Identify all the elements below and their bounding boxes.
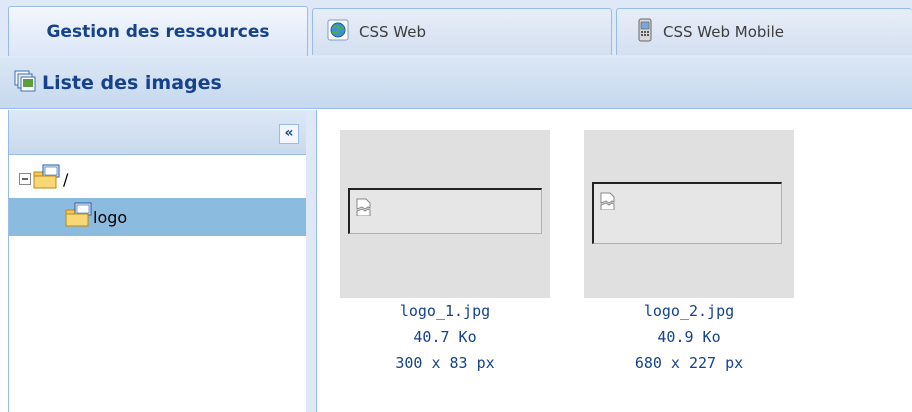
mobile-phone-icon <box>637 18 653 46</box>
panel-header: Liste des images <box>0 58 912 109</box>
tab-gestion-des-ressources[interactable]: Gestion des ressources <box>8 6 308 56</box>
broken-image-frame <box>348 188 542 234</box>
tab-bar: Gestion des ressources CSS Web CSS Web M… <box>0 0 912 59</box>
panel-title: Liste des images <box>42 72 222 94</box>
image-size: 40.7 Ko <box>413 328 477 346</box>
image-size: 40.9 Ko <box>657 328 721 346</box>
image-thumbnail[interactable]: logo_2.jpg 40.9 Ko 680 x 227 px <box>584 130 794 376</box>
image-thumbnail[interactable]: logo_1.jpg 40.7 Ko 300 x 83 px <box>340 130 550 376</box>
image-dimensions: 680 x 227 px <box>634 354 744 372</box>
folder-tree-panel: « / logo <box>8 110 308 412</box>
tab-css-web[interactable]: CSS Web <box>312 8 612 55</box>
globe-icon <box>327 19 349 45</box>
tab-label: CSS Web Mobile <box>663 23 784 41</box>
thumbnail-preview <box>584 130 794 298</box>
image-list-icon <box>14 70 36 96</box>
tree-node-label: / <box>63 169 69 189</box>
broken-image-icon <box>356 198 372 220</box>
tab-label: Gestion des ressources <box>46 21 270 42</box>
tree-node-logo[interactable]: logo <box>9 198 307 236</box>
broken-image-frame <box>592 182 782 244</box>
broken-image-icon <box>600 192 616 214</box>
folder-icon <box>65 202 93 232</box>
collapse-tree-icon[interactable] <box>19 170 31 189</box>
tab-css-web-mobile[interactable]: CSS Web Mobile <box>616 8 912 55</box>
tree-toolbar: « <box>9 110 307 155</box>
thumbnail-preview <box>340 130 550 298</box>
tree-node-root[interactable]: / <box>9 160 307 198</box>
collapse-panel-button[interactable]: « <box>279 124 299 144</box>
tree-node-label: logo <box>93 207 128 227</box>
tab-label: CSS Web <box>359 23 426 41</box>
image-dimensions: 300 x 83 px <box>395 354 495 372</box>
image-filename: logo_2.jpg <box>643 302 735 320</box>
image-gallery: logo_1.jpg 40.7 Ko 300 x 83 px logo_2.jp… <box>317 110 912 412</box>
folder-icon <box>33 164 61 194</box>
image-filename: logo_1.jpg <box>399 302 491 320</box>
panel-splitter[interactable] <box>306 110 317 412</box>
